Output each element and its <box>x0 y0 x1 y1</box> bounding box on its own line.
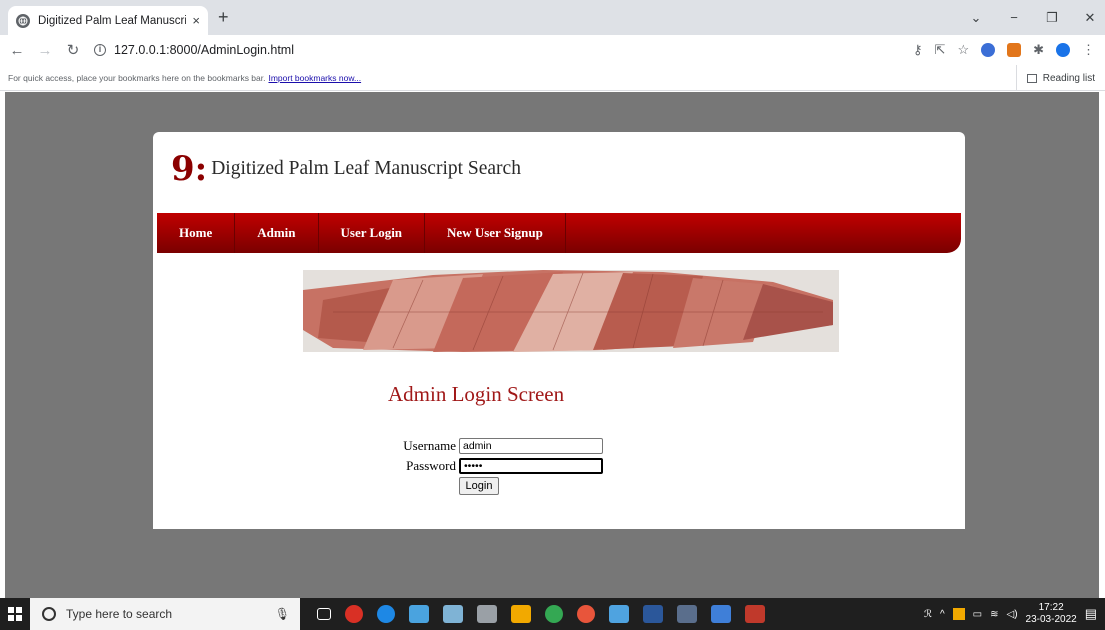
cortana-icon <box>42 607 56 621</box>
login-button[interactable]: Login <box>459 477 499 495</box>
bookmarks-prompt: For quick access, place your bookmarks h… <box>8 72 266 83</box>
system-tray: ℛ ^ ▭ ≋ ◁) 17:22 23-03-2022 ▤ <box>916 598 1097 630</box>
new-tab-button[interactable]: + <box>218 7 229 28</box>
reading-list-button[interactable]: Reading list <box>1015 65 1095 91</box>
app-icon-red[interactable] <box>345 605 363 623</box>
clock-time: 17:22 <box>1038 602 1064 613</box>
nav-user-login[interactable]: User Login <box>319 213 426 253</box>
app-icon-dark[interactable] <box>677 605 697 623</box>
microphone-icon[interactable]: 🎙 <box>275 607 290 621</box>
wifi-icon[interactable]: ≋ <box>990 609 998 620</box>
reading-list-label: Reading list <box>1042 72 1095 84</box>
close-window-icon[interactable]: ✕ <box>1075 10 1105 26</box>
task-view-icon[interactable] <box>317 608 331 620</box>
notifications-icon[interactable]: ▤ <box>1085 606 1097 622</box>
toolbar-right-icons: ⚷ ⇱ ☆ ✱ ⋮ <box>901 35 1095 65</box>
reload-icon[interactable]: ↻ <box>62 41 84 59</box>
restore-icon[interactable]: ❐ <box>1037 10 1067 26</box>
url-text[interactable]: 127.0.0.1:8000/AdminLogin.html <box>114 43 294 57</box>
metamask-extension-icon[interactable] <box>1007 43 1022 57</box>
windows-start-icon[interactable] <box>0 598 30 630</box>
nav-admin[interactable]: Admin <box>235 213 319 253</box>
palm-leaf-banner-image <box>303 270 839 352</box>
username-label: Username <box>403 438 456 453</box>
shield-extension-icon[interactable] <box>1056 43 1070 57</box>
clock[interactable]: 17:22 23-03-2022 <box>1026 602 1077 626</box>
site-header: 9: Digitized Palm Leaf Manuscript Search <box>171 152 521 186</box>
password-label: Password <box>406 458 456 473</box>
back-icon[interactable]: ← <box>6 42 28 59</box>
word-icon[interactable] <box>643 605 663 623</box>
taskbar-search-placeholder: Type here to search <box>66 607 173 621</box>
page-viewport: 9: Digitized Palm Leaf Manuscript Search… <box>5 92 1099 598</box>
clock-date: 23-03-2022 <box>1025 614 1077 625</box>
windows-taskbar: Type here to search 🎙 ℛ ^ ▭ ≋ ◁) 17:22 2… <box>0 598 1105 630</box>
tray-app-icon[interactable] <box>952 608 965 620</box>
share-icon[interactable]: ⇱ <box>935 42 946 58</box>
battery-icon[interactable]: ▭ <box>973 609 982 620</box>
bookmarks-bar: For quick access, place your bookmarks h… <box>0 65 1105 91</box>
window-controls: ⌄ − ❐ ✕ <box>953 0 1105 35</box>
tab-title: Digitized Palm Leaf Manuscript S <box>38 14 187 27</box>
reading-list-icon <box>1026 73 1037 83</box>
info-icon[interactable]: i <box>94 44 106 56</box>
menu-dots-icon[interactable]: ⋮ <box>1082 42 1095 58</box>
people-icon[interactable]: ℛ <box>924 609 932 620</box>
app-icon-blue[interactable] <box>711 605 731 623</box>
store-icon[interactable] <box>511 605 531 623</box>
globe-icon <box>16 13 30 28</box>
taskbar-apps <box>310 605 772 623</box>
adblock-extension-icon[interactable] <box>981 43 996 57</box>
edge-icon[interactable] <box>377 605 395 623</box>
password-input[interactable] <box>459 458 603 474</box>
star-icon[interactable]: ☆ <box>957 42 969 58</box>
username-input[interactable] <box>459 438 603 454</box>
tray-chevron-icon[interactable]: ^ <box>940 609 945 620</box>
site-logo: 9: <box>171 149 208 189</box>
puzzle-icon[interactable]: ✱ <box>1033 42 1044 58</box>
username-row: Username <box>396 437 603 455</box>
browser-tab[interactable]: Digitized Palm Leaf Manuscript S × <box>8 6 208 35</box>
taskbar-search[interactable]: Type here to search 🎙 <box>30 598 300 630</box>
browser-toolbar: ← → ↻ i 127.0.0.1:8000/AdminLogin.html ⚷… <box>0 35 1105 65</box>
nav-new-user-signup[interactable]: New User Signup <box>425 213 566 253</box>
forward-icon[interactable]: → <box>34 42 56 59</box>
tab-search-icon[interactable]: ⌄ <box>961 10 991 26</box>
address-bar[interactable]: i 127.0.0.1:8000/AdminLogin.html <box>94 37 874 63</box>
admin-login-form: Username Password Login <box>396 437 603 495</box>
close-tab-icon[interactable]: × <box>192 13 200 28</box>
file-explorer-icon[interactable] <box>609 605 629 623</box>
page-heading: Admin Login Screen <box>388 382 565 406</box>
volume-icon[interactable]: ◁) <box>1007 609 1018 620</box>
tab-strip: Digitized Palm Leaf Manuscript S × + ⌄ −… <box>0 0 1105 35</box>
app-icon-c[interactable] <box>577 605 595 623</box>
content-card: 9: Digitized Palm Leaf Manuscript Search… <box>153 132 965 529</box>
nav-home[interactable]: Home <box>157 213 236 253</box>
import-bookmarks-link[interactable]: Import bookmarks now... <box>268 73 361 83</box>
mail-icon[interactable] <box>409 605 429 623</box>
app-icon-feather[interactable] <box>745 605 765 623</box>
chrome-icon[interactable] <box>545 605 563 623</box>
key-icon[interactable]: ⚷ <box>913 42 923 58</box>
terminal-icon[interactable] <box>477 605 497 623</box>
app-icon-notepad[interactable] <box>443 605 463 623</box>
minimize-icon[interactable]: − <box>999 10 1029 25</box>
password-row: Password <box>396 457 603 475</box>
main-nav: Home Admin User Login New User Signup <box>157 213 961 253</box>
site-title: Digitized Palm Leaf Manuscript Search <box>211 158 521 179</box>
